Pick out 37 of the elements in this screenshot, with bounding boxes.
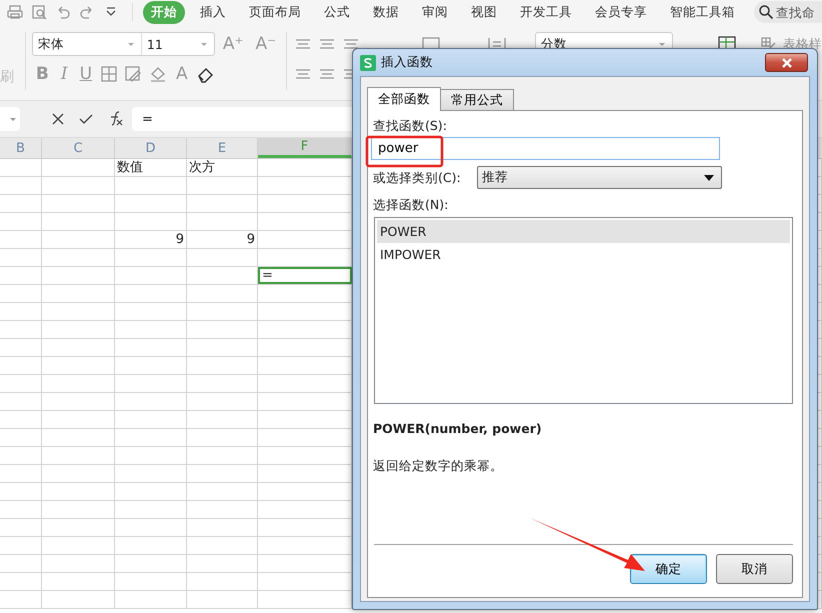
function-item[interactable]: IMPOWER	[377, 243, 790, 266]
function-signature: POWER(number, power)	[373, 421, 543, 438]
cancel-button[interactable]: 取消	[716, 554, 793, 584]
dialog-title: 插入函数	[381, 54, 433, 71]
table-cell: 9	[187, 231, 258, 248]
table-cell: 次方	[187, 159, 258, 176]
ribbon-tab[interactable]: 插入	[192, 0, 234, 24]
function-search-field[interactable]: power	[371, 137, 720, 160]
dialog-tab[interactable]: 全部函数	[367, 87, 441, 111]
command-search-field[interactable]: 查找命	[754, 1, 822, 23]
ribbon-tab[interactable]: 开发工具	[512, 0, 580, 24]
dialog-tab[interactable]: 常用公式	[440, 89, 514, 110]
close-icon	[780, 56, 794, 68]
function-list-label: 选择函数(N):	[373, 196, 450, 214]
dropdown-arrow-icon[interactable]	[703, 172, 715, 182]
name-box[interactable]	[0, 107, 20, 131]
app-logo-icon	[360, 54, 376, 70]
ribbon-tab[interactable]: 视图	[463, 0, 505, 24]
ok-button[interactable]: 确定	[630, 554, 707, 584]
category-label: 或选择类别(C):	[373, 168, 462, 186]
category-dropdown[interactable]: 推荐	[477, 166, 722, 189]
ribbon-tab[interactable]: 数据	[365, 0, 407, 24]
active-cell[interactable]: =	[258, 267, 352, 284]
print-preview-icon[interactable]	[31, 4, 47, 20]
table-cell: 9	[115, 231, 187, 248]
ribbon-tab[interactable]: 公式	[316, 0, 358, 24]
ribbon-tab[interactable]: 智能工具箱	[662, 0, 743, 24]
ribbon-tab[interactable]: 页面布局	[241, 0, 309, 24]
search-icon	[758, 4, 774, 20]
search-label: 查找函数(S):	[373, 117, 448, 135]
ribbon-tab[interactable]: 审阅	[414, 0, 456, 24]
table-cell: 数值	[115, 159, 187, 176]
function-description: 返回给定数字的乘幂。	[373, 458, 504, 475]
ribbon-tab[interactable]: 会员专享	[587, 0, 655, 24]
close-button[interactable]	[765, 53, 808, 72]
print-icon[interactable]	[7, 4, 23, 20]
function-item[interactable]: POWER	[377, 220, 790, 243]
